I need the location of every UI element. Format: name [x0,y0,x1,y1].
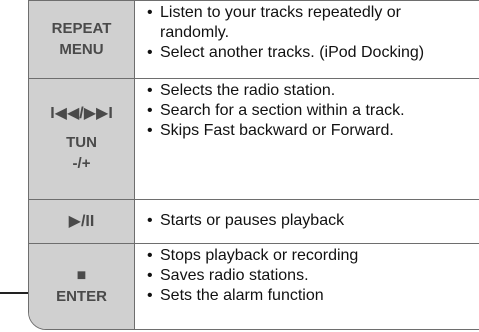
desc-line: • Sets the alarm function [147,286,324,304]
desc-line: randomly. [160,24,230,41]
desc-cell-stop-enter: • Stops playback or recording • Saves radi… [134,243,479,329]
key-cell-skip-tune: I◀◀/▶▶I TUN -/+ [29,78,135,200]
desc-line: • Select another tracks. (iPod Docking) [147,44,425,61]
desc-line: • Skips Fast backward or Forward. [147,121,394,139]
table-row-skip-tune: I◀◀/▶▶I TUN -/+ • Selects the radio stati… [29,78,479,200]
key-label-line: TUN [66,134,97,151]
table-row-repeat-menu: REPEAT MENU • Listen to your tracks repea… [29,1,479,79]
key-label-line: -/+ [72,155,91,172]
table-row-play-pause: ▶/II • Starts or pauses playback [29,199,479,244]
button-function-table: REPEAT MENU • Listen to your tracks repea… [29,1,479,329]
key-label-line: MENU [59,41,104,59]
stop-icon: ■ [76,267,87,285]
desc-cell-repeat-menu: • Listen to your tracks repeatedly or ran… [134,1,479,79]
desc-line: • Search for a section within a track. [147,101,405,119]
desc-line: • Starts or pauses playback [147,212,345,229]
desc-line: • Stops playback or recording [147,246,359,264]
desc-cell-skip-tune: • Selects the radio station. • Search for … [134,78,479,200]
key-label-line: REPEAT [51,20,112,38]
key-label-line: ENTER [56,288,107,306]
side-rule [0,292,28,294]
button-function-table-panel: REPEAT MENU • Listen to your tracks repea… [28,0,479,330]
table-row-stop-enter: ■ ENTER • Stops playback or recording • Sa… [29,243,479,329]
key-cell-repeat-menu: REPEAT MENU [29,1,135,79]
play-pause-icon: ▶/II [68,212,95,230]
skip-icons: I◀◀/▶▶I [50,105,113,122]
desc-line: • Saves radio stations. [147,266,309,284]
desc-line: • Selects the radio station. [147,81,336,99]
key-cell-stop-enter: ■ ENTER [29,243,135,329]
desc-cell-play-pause: • Starts or pauses playback [134,199,479,244]
desc-line: • Listen to your tracks repeatedly or [147,4,402,21]
key-cell-play-pause: ▶/II [29,199,135,244]
